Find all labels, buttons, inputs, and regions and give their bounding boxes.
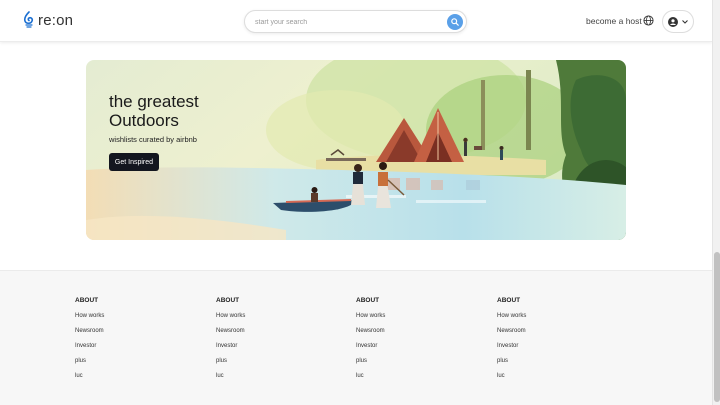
footer-link-how-works[interactable]: How works (216, 313, 245, 328)
footer-link-plus[interactable]: plus (75, 358, 104, 373)
footer-link-investor[interactable]: Investor (216, 343, 245, 358)
footer-link-luc[interactable]: luc (216, 373, 245, 388)
logo[interactable]: re:on (23, 11, 73, 29)
become-host-link[interactable]: become a host (586, 16, 642, 26)
footer-column: ABOUT How works Newsroom Investor plus l… (75, 297, 104, 388)
scrollbar-thumb[interactable] (714, 252, 720, 402)
globe-icon[interactable] (643, 15, 654, 26)
search-button[interactable] (447, 14, 463, 30)
footer-link-how-works[interactable]: How works (356, 313, 385, 328)
chevron-down-icon (682, 19, 688, 24)
footer-column-title: ABOUT (216, 297, 240, 304)
footer-link-investor[interactable]: Investor (497, 343, 526, 358)
outdoors-illustration (86, 60, 626, 240)
footer-column: ABOUT How works Newsroom Investor plus l… (356, 297, 385, 388)
footer-link-how-works[interactable]: How works (75, 313, 104, 328)
footer-column: ABOUT How works Newsroom Investor plus l… (216, 297, 245, 388)
footer-link-newsroom[interactable]: Newsroom (75, 328, 104, 343)
search-input[interactable] (255, 15, 435, 29)
footer-link-how-works[interactable]: How works (497, 313, 526, 328)
footer-column-title: ABOUT (497, 297, 521, 304)
profile-menu-button[interactable] (662, 10, 694, 33)
footer-link-investor[interactable]: Investor (356, 343, 385, 358)
footer-link-plus[interactable]: plus (497, 358, 526, 373)
footer-link-newsroom[interactable]: Newsroom (216, 328, 245, 343)
get-inspired-button[interactable]: Get Inspired (109, 153, 159, 171)
top-nav: re:on become a host (0, 0, 712, 42)
search-icon (451, 18, 459, 26)
footer-column-title: ABOUT (356, 297, 380, 304)
page-scrollbar[interactable] (712, 0, 720, 405)
footer-link-plus[interactable]: plus (216, 358, 245, 373)
search-bar[interactable] (244, 10, 467, 33)
footer-link-luc[interactable]: luc (356, 373, 385, 388)
banner-title: the greatest Outdoors (109, 92, 199, 130)
logo-text: re:on (38, 11, 74, 29)
footer-column: ABOUT How works Newsroom Investor plus l… (497, 297, 526, 388)
site-footer: ABOUT How works Newsroom Investor plus l… (0, 270, 712, 405)
outdoors-banner: the greatest Outdoors wishlists curated … (86, 60, 626, 240)
footer-column-title: ABOUT (75, 297, 99, 304)
banner-subtitle: wishlists curated by airbnb (109, 135, 197, 144)
user-circle-icon (668, 16, 678, 27)
footer-link-newsroom[interactable]: Newsroom (356, 328, 385, 343)
footer-link-plus[interactable]: plus (356, 358, 385, 373)
reon-logo-icon (23, 11, 34, 28)
footer-link-luc[interactable]: luc (497, 373, 526, 388)
footer-link-newsroom[interactable]: Newsroom (497, 328, 526, 343)
footer-link-investor[interactable]: Investor (75, 343, 104, 358)
footer-link-luc[interactable]: luc (75, 373, 104, 388)
